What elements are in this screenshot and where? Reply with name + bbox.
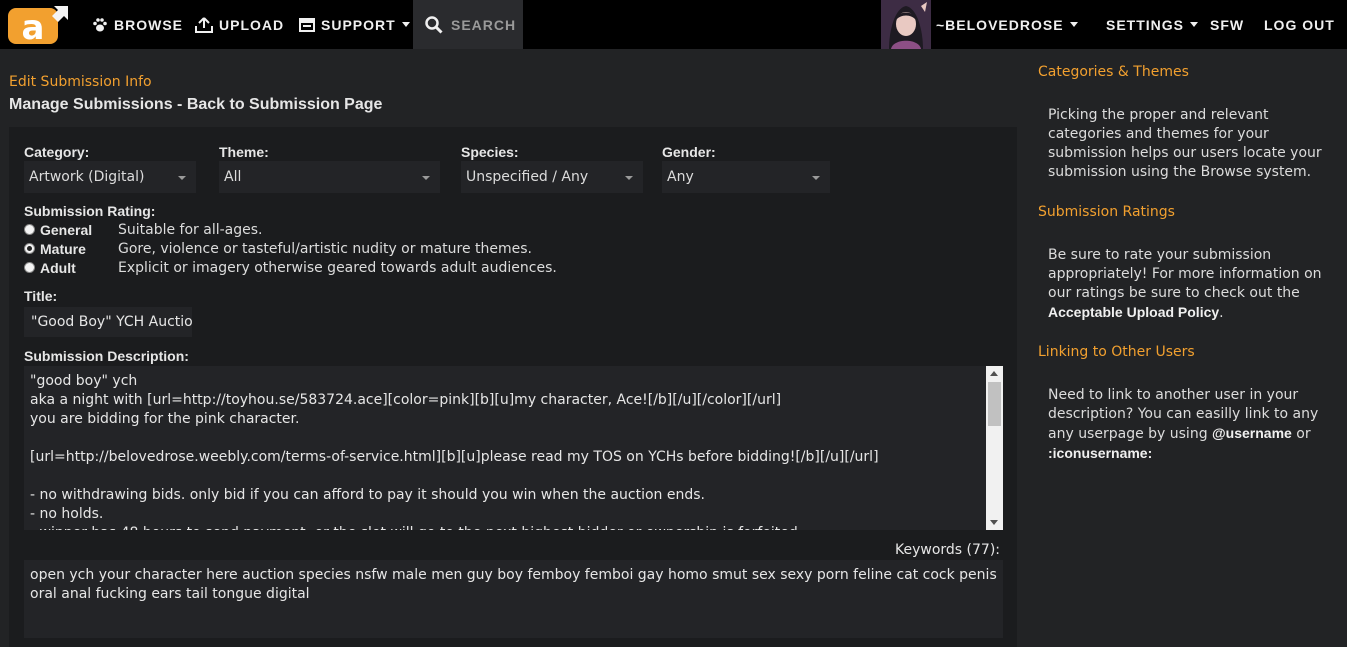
breadcrumb[interactable]: Edit Submission Info <box>9 74 152 90</box>
gender-select[interactable]: Any <box>662 161 830 193</box>
title-label: Title: <box>24 288 58 304</box>
site-logo[interactable]: a <box>8 4 70 48</box>
ratings-text-end: . <box>1219 305 1224 321</box>
gender-label: Gender: <box>662 144 716 160</box>
chevron-down-icon <box>625 176 633 180</box>
category-value: Artwork (Digital) <box>29 169 145 185</box>
chevron-down-icon <box>401 22 410 27</box>
species-label: Species: <box>461 144 519 160</box>
rating-name: Adult <box>40 259 76 276</box>
search-placeholder: SEARCH <box>451 16 517 33</box>
avatar[interactable] <box>881 0 931 49</box>
nav-logout[interactable]: LOG OUT <box>1264 0 1335 49</box>
nav-upload[interactable]: UPLOAD <box>195 0 284 49</box>
rating-option-adult[interactable]: Adult Explicit or imagery otherwise gear… <box>24 258 557 277</box>
nav-browse-label: BROWSE <box>114 16 183 33</box>
rating-desc: Suitable for all-ages. <box>118 221 263 238</box>
sfw-label: SFW <box>1210 16 1245 33</box>
username-syntax: @username <box>1212 425 1292 441</box>
rating-desc: Explicit or imagery otherwise geared tow… <box>118 259 557 276</box>
theme-value: All <box>224 169 242 185</box>
nav-user-menu[interactable]: ~BELOVEDROSE <box>936 0 1078 49</box>
nav-browse[interactable]: BROWSE <box>92 0 183 49</box>
description-scrollbar[interactable] <box>986 366 1003 530</box>
sidebar-heading-ratings: Submission Ratings <box>1038 204 1175 220</box>
ratings-text-part: Be sure to rate your submission appropri… <box>1048 247 1322 301</box>
rating-option-general[interactable]: General Suitable for all-ages. <box>24 220 263 239</box>
scroll-up-icon[interactable] <box>990 371 998 376</box>
nav-support[interactable]: SUPPORT <box>299 0 410 49</box>
description-label: Submission Description: <box>24 348 189 364</box>
theme-label: Theme: <box>219 144 269 160</box>
linking-text-or: or <box>1291 426 1311 442</box>
search-button[interactable]: SEARCH <box>413 0 523 49</box>
gender-value: Any <box>667 169 694 185</box>
upload-icon <box>195 16 213 33</box>
nav-settings[interactable]: SETTINGS <box>1106 0 1199 49</box>
sidebar-heading-categories: Categories & Themes <box>1038 64 1189 80</box>
rating-option-mature[interactable]: Mature Gore, violence or tasteful/artist… <box>24 239 532 258</box>
sidebar-text-categories: Picking the proper and relevant categori… <box>1048 107 1322 180</box>
title-input[interactable]: "Good Boy" YCH Auction <box>24 307 192 337</box>
description-text: "good boy" ych aka a night with [url=htt… <box>30 373 879 530</box>
settings-label: SETTINGS <box>1106 16 1185 33</box>
keywords-textarea[interactable]: open ych your character here auction spe… <box>24 560 1003 638</box>
acceptable-upload-policy-link[interactable]: Acceptable Upload Policy <box>1048 304 1219 320</box>
nav-upload-label: UPLOAD <box>219 16 285 33</box>
support-icon <box>299 17 315 32</box>
sidebar-text-ratings: Be sure to rate your submission appropri… <box>1048 246 1338 323</box>
scroll-down-icon[interactable] <box>990 520 998 525</box>
chevron-down-icon <box>1190 22 1199 27</box>
sidebar-heading-linking: Linking to Other Users <box>1038 344 1195 360</box>
category-label: Category: <box>24 144 90 160</box>
search-icon <box>425 15 443 34</box>
rating-name: General <box>40 221 93 238</box>
theme-select[interactable]: All <box>219 161 440 193</box>
chevron-down-icon <box>1069 22 1078 27</box>
svg-text:a: a <box>22 8 45 44</box>
rating-radio-adult[interactable] <box>24 262 35 273</box>
username-label: ~BELOVEDROSE <box>936 16 1064 33</box>
scroll-thumb[interactable] <box>988 382 1001 426</box>
species-value: Unspecified / Any <box>466 169 589 185</box>
keywords-label: Keywords (77): <box>895 542 1000 558</box>
rating-radio-general[interactable] <box>24 224 35 235</box>
rating-name: Mature <box>40 240 86 257</box>
rating-label: Submission Rating: <box>24 203 156 219</box>
sidebar-text-linking: Need to link to another user in your des… <box>1048 386 1338 464</box>
logout-label: LOG OUT <box>1264 16 1335 33</box>
chevron-down-icon <box>178 176 186 180</box>
chevron-down-icon <box>422 176 430 180</box>
category-select[interactable]: Artwork (Digital) <box>24 161 196 193</box>
species-select[interactable]: Unspecified / Any <box>461 161 643 193</box>
chevron-down-icon <box>812 176 820 180</box>
nav-support-label: SUPPORT <box>321 16 396 33</box>
nav-sfw-toggle[interactable]: SFW <box>1210 0 1244 49</box>
top-navigation-bar: a BROWSE UPLOAD SUPPORT SEARCH ~BELOVEDR… <box>0 0 1347 49</box>
iconusername-syntax: :iconusername: <box>1048 445 1153 461</box>
page-title[interactable]: Manage Submissions - Back to Submission … <box>9 96 382 114</box>
description-textarea[interactable]: "good boy" ych aka a night with [url=htt… <box>24 366 1003 530</box>
paw-icon <box>93 17 107 31</box>
rating-desc: Gore, violence or tasteful/artistic nudi… <box>118 240 533 257</box>
rating-radio-mature[interactable] <box>24 243 35 254</box>
